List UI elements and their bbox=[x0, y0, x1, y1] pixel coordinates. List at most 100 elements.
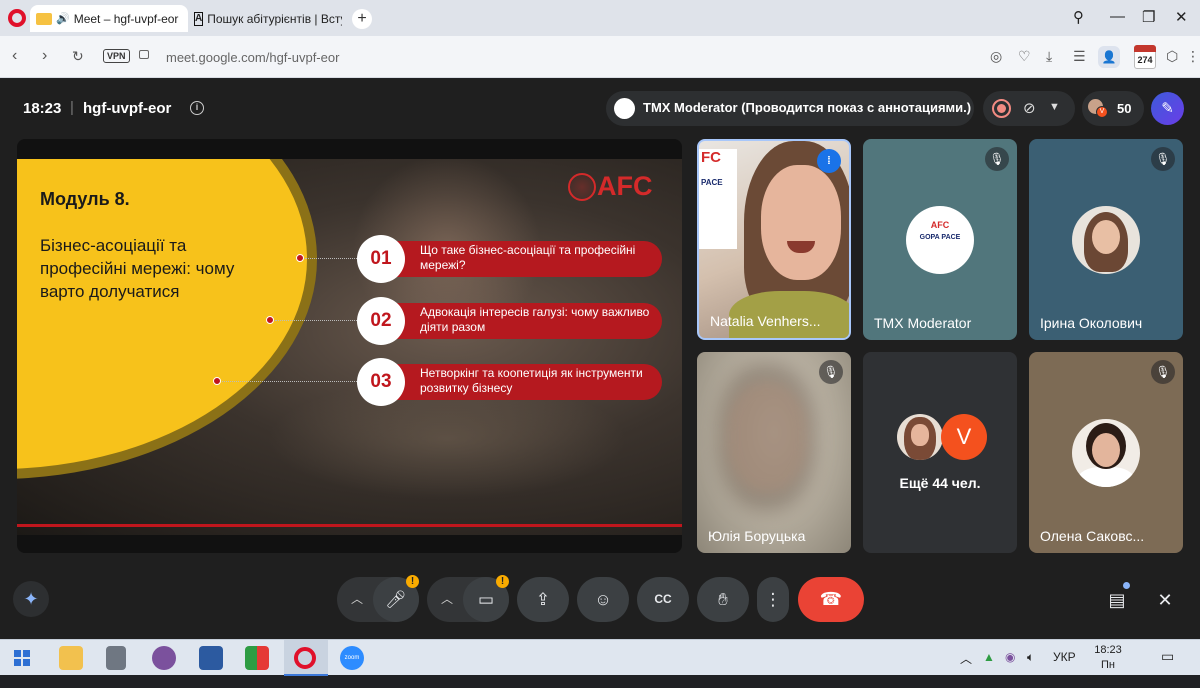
tray-viber-icon[interactable]: ◉ bbox=[1005, 650, 1015, 664]
connector-line bbox=[222, 381, 357, 382]
system-clock[interactable]: 18:23 Пн 27.07.26 bbox=[1085, 643, 1131, 688]
info-icon[interactable]: i bbox=[190, 101, 204, 115]
participant-name: TMX Moderator bbox=[874, 315, 972, 331]
presenting-pill[interactable]: TMX Moderator (Проводится показ с аннота… bbox=[606, 91, 974, 126]
camera-warning-icon[interactable]: ! bbox=[496, 575, 509, 588]
extensions-icon[interactable]: ⬡ bbox=[1166, 48, 1178, 65]
viber-icon[interactable] bbox=[152, 646, 176, 670]
agenda-item: 02 Адвокація інтересів галузі: чому важл… bbox=[357, 297, 662, 345]
background-banner: FC PACE bbox=[699, 149, 737, 249]
agenda-item: 01 Що таке бізнес-асоціації та професійн… bbox=[357, 235, 662, 283]
app-icon[interactable] bbox=[245, 646, 269, 670]
mic-off-icon: 🎙 bbox=[819, 360, 843, 384]
vpn-badge[interactable]: VPN bbox=[103, 49, 130, 63]
search-tabs-icon[interactable]: ⚲ bbox=[1073, 8, 1084, 26]
recording-pill[interactable]: ⊘ ▼ bbox=[983, 91, 1075, 126]
avatar-logo-text: GOPA PACE bbox=[919, 233, 961, 241]
new-tab-button[interactable]: + bbox=[352, 9, 372, 29]
clock-date: Пн 27.07.26 bbox=[1086, 659, 1130, 686]
chat-icon[interactable]: ▤ bbox=[1103, 586, 1131, 614]
captions-button[interactable]: CC bbox=[637, 577, 689, 622]
profile-icon[interactable]: 👤 bbox=[1098, 46, 1120, 68]
avatar-face bbox=[1092, 219, 1120, 254]
presentation-slide: Модуль 8. Бізнес-асоціації та професійні… bbox=[17, 159, 682, 535]
menu-icon[interactable]: ⋮ bbox=[1186, 48, 1200, 65]
restore-icon[interactable]: ❐ bbox=[1142, 8, 1155, 26]
mic-warning-icon[interactable]: ! bbox=[406, 575, 419, 588]
url-field[interactable]: meet.google.com/hgf-uvpf-eor bbox=[166, 50, 339, 65]
chevron-down-icon[interactable]: ▼ bbox=[1049, 101, 1060, 113]
participant-name: Юлія Боруцька bbox=[708, 528, 806, 544]
participant-tile[interactable]: AFC GOPA PACE 🎙 TMX Moderator bbox=[863, 139, 1017, 340]
gemini-icon[interactable]: ✦ bbox=[13, 581, 49, 617]
easy-setup-icon[interactable]: ☰ bbox=[1073, 48, 1086, 65]
module-subtitle: Бізнес-асоціації та професійні мережі: ч… bbox=[40, 236, 235, 301]
tray-app-icon[interactable]: ▲ bbox=[983, 650, 995, 664]
participant-tile[interactable]: FC PACE ⁞ Natalia Venhers... bbox=[697, 139, 851, 340]
camera-icon[interactable]: ◎ bbox=[990, 48, 1002, 65]
site-favicon-icon: A bbox=[194, 11, 204, 26]
heart-icon[interactable]: ♡ bbox=[1018, 48, 1031, 65]
present-screen-button[interactable]: ⇪ bbox=[517, 577, 569, 622]
agenda-text: Що таке бізнес-асоціації та професійні м… bbox=[420, 243, 636, 272]
avatar bbox=[1072, 418, 1140, 487]
meet-favicon-icon bbox=[36, 12, 52, 25]
speaker-icon[interactable]: 🔊 bbox=[56, 12, 70, 25]
tab-meet[interactable]: 🔊 Meet – hgf-uvpf-eor bbox=[30, 5, 188, 32]
participant-avatar: V bbox=[1096, 106, 1108, 118]
windows-start-icon[interactable] bbox=[14, 650, 30, 666]
banner-text: FC bbox=[701, 149, 721, 166]
tab-applicants[interactable]: A Пошук абітурієнтів | Всту bbox=[190, 5, 342, 32]
opera-taskbar-icon[interactable] bbox=[294, 647, 316, 669]
banner-text-small: PACE bbox=[701, 178, 723, 187]
minimize-icon[interactable]: — bbox=[1110, 8, 1125, 25]
emoji-reaction-button[interactable]: ☺ bbox=[577, 577, 629, 622]
more-participants-tile[interactable]: V Ещё 44 чел. bbox=[863, 352, 1017, 553]
forward-icon[interactable]: › bbox=[42, 47, 47, 65]
participant-tile[interactable]: 🎙 Олена Саковс... bbox=[1029, 352, 1183, 553]
host-controls-icon[interactable]: ✕ bbox=[1151, 586, 1179, 614]
participant-tile[interactable]: 🎙 Юлія Боруцька bbox=[697, 352, 851, 553]
slide-red-rule bbox=[17, 524, 682, 527]
notifications-icon[interactable]: ▭ bbox=[1161, 648, 1174, 665]
video-options-chevron-icon[interactable]: ︿ bbox=[427, 577, 467, 622]
calculator-icon[interactable] bbox=[106, 646, 126, 670]
speaking-indicator-icon: ⁞ bbox=[817, 149, 841, 173]
download-icon[interactable]: ⤓ bbox=[1046, 48, 1052, 65]
video-feed bbox=[761, 165, 841, 280]
save-app-icon[interactable] bbox=[199, 646, 223, 670]
more-options-button[interactable]: ⋮ bbox=[757, 577, 789, 622]
zoom-icon[interactable]: zoom bbox=[340, 646, 364, 670]
file-explorer-icon[interactable] bbox=[59, 646, 83, 670]
input-language[interactable]: УКР bbox=[1053, 650, 1076, 664]
end-call-button[interactable]: ☎︎ bbox=[798, 577, 864, 622]
agenda-item: 03 Нетворкінг та коопетиція як інструмен… bbox=[357, 358, 662, 406]
opera-logo-icon[interactable] bbox=[8, 9, 26, 27]
lock-icon[interactable] bbox=[139, 50, 149, 59]
participants-pill[interactable]: V 50 bbox=[1082, 91, 1144, 126]
mic-off-icon: 🎙 bbox=[1151, 360, 1175, 384]
presenter-avatar bbox=[614, 98, 635, 119]
back-icon[interactable]: ‹ bbox=[12, 47, 17, 65]
avatar bbox=[1072, 205, 1140, 274]
windows-taskbar: zoom ︿ ▲ ◉ 🔈︎ УКР 18:23 Пн 27.07.26 ▭ bbox=[0, 639, 1200, 686]
mic-off-icon: 🎙 bbox=[1151, 147, 1175, 171]
agenda-text: Нетворкінг та коопетиція як інструменти … bbox=[420, 366, 643, 395]
raise-hand-button[interactable]: ✋︎ bbox=[697, 577, 749, 622]
volume-icon[interactable]: 🔈︎ bbox=[1027, 650, 1034, 665]
gemini-notes-icon[interactable]: ✎ bbox=[1151, 92, 1184, 125]
tray-chevron-up-icon[interactable]: ︿ bbox=[960, 650, 972, 667]
reload-icon[interactable]: ↻ bbox=[72, 48, 84, 65]
participant-tile[interactable]: 🎙 Ірина Околович bbox=[1029, 139, 1183, 340]
avatar-face bbox=[1092, 432, 1120, 467]
avatar bbox=[897, 414, 943, 460]
avatar: AFC GOPA PACE bbox=[906, 205, 974, 274]
calendar-extension-icon[interactable]: 274 bbox=[1134, 45, 1156, 69]
agenda-number: 03 bbox=[357, 358, 405, 406]
recording-icon[interactable] bbox=[992, 99, 1011, 118]
close-icon[interactable]: ✕ bbox=[1175, 8, 1188, 26]
audio-options-chevron-icon[interactable]: ︿ bbox=[337, 577, 377, 622]
camera-off-icon[interactable]: ⊘ bbox=[1023, 99, 1036, 117]
meeting-time: 18:23 bbox=[23, 100, 62, 117]
browser-tab-bar: 🔊 Meet – hgf-uvpf-eor A Пошук абітурієнт… bbox=[0, 0, 1200, 36]
